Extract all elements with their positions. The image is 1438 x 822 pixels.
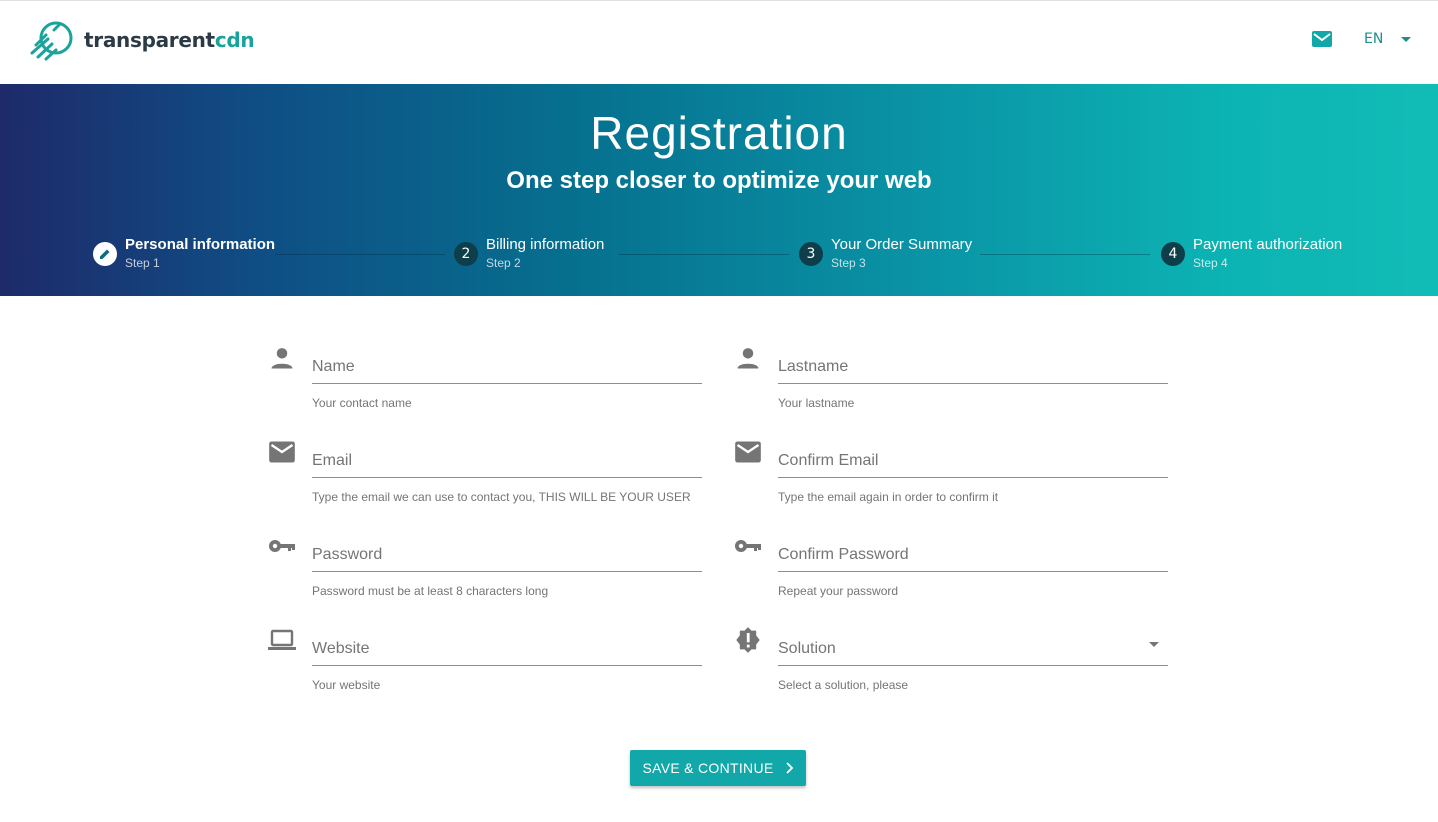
person-icon xyxy=(737,348,759,369)
lastname-input[interactable] xyxy=(778,340,1168,384)
website-field-group: Your website xyxy=(268,622,746,702)
password-hint: Password must be at least 8 characters l… xyxy=(312,584,549,598)
step-label: Payment authorization xyxy=(1193,236,1343,253)
alert-badge-icon xyxy=(736,627,760,653)
logo[interactable]: transparentcdn xyxy=(28,17,255,63)
confirm-password-input[interactable] xyxy=(778,528,1168,572)
language-label: EN xyxy=(1364,31,1384,47)
mail-icon[interactable] xyxy=(1312,31,1332,47)
confirm-password-hint: Repeat your password xyxy=(778,584,899,598)
edit-pencil-icon xyxy=(93,242,117,266)
mail-icon xyxy=(269,441,295,463)
lastname-hint: Your lastname xyxy=(778,396,855,410)
email-input[interactable] xyxy=(312,434,702,478)
caret-down-icon[interactable] xyxy=(1149,642,1159,647)
step-label: Your Order Summary xyxy=(831,236,973,253)
website-input[interactable] xyxy=(312,622,702,666)
logo-text-bold: transparent xyxy=(84,28,215,52)
confirm-email-field-group: Type the email again in order to confirm… xyxy=(735,434,1212,514)
lastname-field-group: Your lastname xyxy=(737,340,1212,420)
caret-down-icon xyxy=(1401,36,1412,42)
logo-text: transparentcdn xyxy=(84,28,255,52)
save-continue-button[interactable]: SAVE & CONTINUE xyxy=(630,750,806,786)
step-number: 2 xyxy=(454,242,478,266)
step-sub: Step 4 xyxy=(1193,256,1228,270)
password-field-group: Password must be at least 8 characters l… xyxy=(269,528,746,608)
confirm-email-hint: Type the email again in order to confirm… xyxy=(778,490,999,504)
save-continue-label: SAVE & CONTINUE xyxy=(642,760,774,776)
solution-hint: Select a solution, please xyxy=(778,678,909,692)
confirm-email-input[interactable] xyxy=(778,434,1168,478)
step-number: 4 xyxy=(1161,242,1185,266)
step-sub: Step 2 xyxy=(486,256,521,270)
person-icon xyxy=(271,348,293,369)
solution-field-group: Select a solution, please xyxy=(736,622,1212,702)
language-selector[interactable]: EN xyxy=(1364,31,1412,47)
key-icon xyxy=(269,540,295,552)
chevron-right-icon xyxy=(785,762,793,774)
page-title: Registration xyxy=(590,107,848,159)
step-label: Billing information xyxy=(486,236,605,253)
logo-text-accent: cdn xyxy=(214,28,255,52)
step-billing-information[interactable]: 2 Billing information Step 2 xyxy=(454,234,604,270)
key-icon xyxy=(735,540,761,552)
name-input[interactable] xyxy=(312,340,702,384)
step-number: 3 xyxy=(799,242,823,266)
step-connector xyxy=(619,254,789,255)
stepper: Personal information Step 1 2 Billing in… xyxy=(0,234,1438,274)
step-sub: Step 3 xyxy=(831,256,866,270)
logo-mark-icon xyxy=(30,21,73,61)
email-hint: Type the email we can use to contact you… xyxy=(312,490,691,504)
step-order-summary[interactable]: 3 Your Order Summary Step 3 xyxy=(799,234,972,270)
step-payment-authorization[interactable]: 4 Payment authorization Step 4 xyxy=(1161,234,1342,270)
hero-banner: Registration One step closer to optimize… xyxy=(0,84,1438,296)
step-sub: Step 1 xyxy=(125,256,160,270)
mail-icon xyxy=(735,441,761,463)
registration-form: Your contact name Your lastname Type the… xyxy=(0,296,1438,822)
step-label: Personal information xyxy=(125,236,276,253)
laptop-icon xyxy=(268,629,296,650)
website-hint: Your website xyxy=(312,678,381,692)
name-hint: Your contact name xyxy=(312,396,412,410)
confirm-password-field-group: Repeat your password xyxy=(735,528,1212,608)
step-personal-information[interactable]: Personal information Step 1 xyxy=(93,234,275,270)
solution-select[interactable] xyxy=(778,622,1168,666)
top-bar: transparentcdn EN xyxy=(0,0,1438,84)
page-subtitle: One step closer to optimize your web xyxy=(506,167,932,194)
password-input[interactable] xyxy=(312,528,702,572)
email-field-group: Type the email we can use to contact you… xyxy=(269,434,746,514)
step-connector xyxy=(275,254,445,255)
step-connector xyxy=(980,254,1150,255)
name-field-group: Your contact name xyxy=(271,340,746,420)
